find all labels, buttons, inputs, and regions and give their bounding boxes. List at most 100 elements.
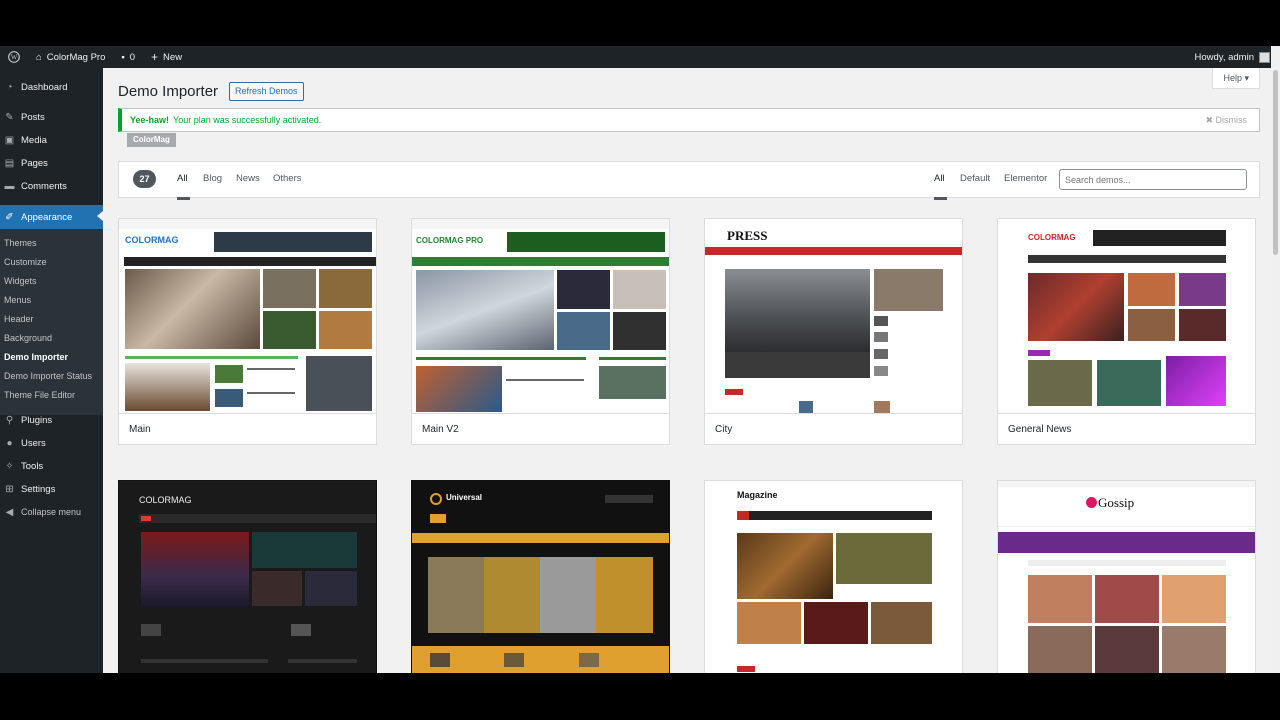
plugin-icon: ⚲ bbox=[5, 414, 14, 426]
notice-strong-text: Yee-haw! bbox=[130, 115, 170, 125]
demo-logo: COLORMAG bbox=[1028, 233, 1076, 242]
sidebar-item-pages[interactable]: ▤ Pages bbox=[0, 152, 103, 174]
demo-card-dark[interactable]: COLORMAG bbox=[118, 480, 377, 673]
demo-card-gossip[interactable]: Gossip bbox=[997, 480, 1256, 673]
demo-thumbnail: COLORMAG bbox=[998, 219, 1255, 413]
plan-badge: ColorMag bbox=[127, 133, 176, 147]
sidebar-item-users[interactable]: ● Users bbox=[0, 432, 103, 454]
sidebar-item-label: Comments bbox=[21, 180, 67, 192]
site-name-label: ColorMag Pro bbox=[46, 51, 106, 63]
sidebar-item-label: Pages bbox=[21, 157, 48, 169]
submenu-item-demo-importer[interactable]: Demo Importer bbox=[4, 352, 68, 362]
sidebar-item-label: Plugins bbox=[21, 414, 53, 426]
submenu-item-background[interactable]: Background bbox=[4, 333, 52, 343]
card-footer bbox=[119, 413, 376, 444]
demo-card-magazine[interactable]: Magazine bbox=[704, 480, 963, 673]
builder-tab-default[interactable]: Default bbox=[960, 173, 990, 184]
demo-logo: PRESS bbox=[727, 228, 768, 243]
wordpress-logo-icon[interactable]: W bbox=[0, 46, 28, 68]
sidebar-item-dashboard[interactable]: ◔ Dashboard bbox=[0, 76, 103, 98]
pages-icon: ▤ bbox=[4, 157, 15, 169]
sidebar-item-label: Dashboard bbox=[21, 81, 68, 93]
admin-sidebar: ◔ Dashboard ✎ Posts ▣ Media ▤ Pages ▬ Co… bbox=[0, 68, 103, 673]
demo-card-general-news[interactable]: COLORMAG General News bbox=[997, 218, 1256, 445]
demo-count-badge: 27 bbox=[133, 170, 156, 188]
demo-logo: Universal bbox=[446, 493, 483, 502]
help-tab-button[interactable]: Help ▾ bbox=[1212, 68, 1260, 89]
builder-tab-elementor[interactable]: Elementor bbox=[1004, 173, 1047, 184]
plus-icon: + bbox=[151, 50, 159, 64]
pin-icon: ✎ bbox=[5, 111, 14, 123]
demo-card-universal[interactable]: Universal bbox=[411, 480, 670, 673]
demo-card-main-v2[interactable]: COLORMAG PRO Main V2 bbox=[411, 218, 670, 445]
demo-logo: COLORMAG PRO bbox=[416, 236, 484, 245]
collapse-menu-button[interactable]: ◀ Collapse menu bbox=[0, 501, 103, 523]
demo-logo: COLORMAG bbox=[139, 495, 192, 505]
appearance-submenu: Themes Customize Widgets Menus Header Ba… bbox=[0, 229, 103, 415]
sidebar-item-tools[interactable]: ✧ Tools bbox=[0, 455, 103, 477]
demo-thumbnail: COLORMAG PRO bbox=[412, 219, 669, 413]
main-content: Demo Importer Refresh Demos Help ▾ Yee-h… bbox=[103, 68, 1271, 673]
sidebar-item-label: Posts bbox=[21, 111, 45, 123]
sidebar-item-settings[interactable]: ⊞ Settings bbox=[0, 478, 103, 500]
demo-card-city[interactable]: PRESS City bbox=[704, 218, 963, 445]
demo-name: City bbox=[715, 424, 733, 435]
sidebar-item-label: Appearance bbox=[21, 211, 73, 223]
demo-card-main[interactable]: COLORMAG Main bbox=[118, 218, 377, 445]
account-menu[interactable]: Howdy, admin bbox=[1187, 46, 1280, 68]
demo-thumbnail: Magazine bbox=[705, 481, 962, 673]
sidebar-item-label: Settings bbox=[21, 483, 56, 495]
submenu-item-header[interactable]: Header bbox=[4, 314, 34, 324]
builder-tab-all[interactable]: All bbox=[934, 173, 947, 200]
sidebar-item-label: Collapse menu bbox=[21, 507, 82, 517]
submenu-item-themes[interactable]: Themes bbox=[4, 238, 37, 248]
sidebar-item-comments[interactable]: ▬ Comments bbox=[0, 175, 103, 197]
submenu-item-customize[interactable]: Customize bbox=[4, 257, 47, 267]
submenu-item-demo-importer-status[interactable]: Demo Importer Status bbox=[4, 371, 92, 381]
submenu-item-menus[interactable]: Menus bbox=[4, 295, 31, 305]
dashboard-icon: ◔ bbox=[6, 81, 13, 93]
svg-text:W: W bbox=[11, 54, 18, 62]
media-icon: ▣ bbox=[4, 134, 15, 146]
close-icon: ✖ bbox=[1205, 115, 1213, 125]
new-content-link[interactable]: + New bbox=[143, 46, 190, 68]
notice-text: Your plan was successfully activated. bbox=[173, 115, 322, 125]
users-icon: ● bbox=[6, 437, 13, 449]
sidebar-item-label: Users bbox=[21, 437, 46, 449]
site-name-link[interactable]: ⌂ ColorMag Pro bbox=[28, 46, 113, 68]
submenu-item-theme-file-editor[interactable]: Theme File Editor bbox=[4, 390, 75, 400]
refresh-demos-button[interactable]: Refresh Demos bbox=[229, 82, 304, 101]
page-title: Demo Importer bbox=[118, 83, 219, 100]
sidebar-item-media[interactable]: ▣ Media bbox=[0, 129, 103, 151]
wrench-icon: ✧ bbox=[5, 460, 14, 472]
home-icon: ⌂ bbox=[36, 51, 42, 63]
sidebar-item-label: Tools bbox=[21, 460, 44, 472]
wordpress-admin-screen: W ⌂ ColorMag Pro ▪ 0 + New Howdy, admin … bbox=[0, 46, 1280, 673]
demo-name: Main V2 bbox=[422, 424, 459, 435]
demo-logo: Magazine bbox=[737, 490, 778, 500]
demo-name: General News bbox=[1008, 424, 1072, 435]
dismiss-button[interactable]: ✖ Dismiss bbox=[1205, 115, 1247, 126]
page-scrollbar-thumb[interactable] bbox=[1273, 70, 1278, 255]
greeting-text: Howdy, admin bbox=[1194, 51, 1255, 63]
dismiss-label: Dismiss bbox=[1215, 115, 1248, 125]
new-label: New bbox=[163, 51, 183, 63]
category-tab-all[interactable]: All bbox=[177, 173, 190, 200]
demo-thumbnail: Universal bbox=[412, 481, 669, 673]
category-tab-news[interactable]: News bbox=[236, 173, 260, 184]
demo-logo: COLORMAG bbox=[125, 235, 179, 245]
sidebar-item-label: Media bbox=[21, 134, 47, 146]
sidebar-item-posts[interactable]: ✎ Posts bbox=[0, 106, 103, 128]
demo-name: Main bbox=[129, 424, 151, 435]
sidebar-item-plugins[interactable]: ⚲ Plugins bbox=[0, 409, 103, 431]
search-demos-input[interactable] bbox=[1059, 169, 1247, 190]
category-tab-blog[interactable]: Blog bbox=[203, 173, 222, 184]
submenu-item-widgets[interactable]: Widgets bbox=[4, 276, 37, 286]
demo-logo: Gossip bbox=[1098, 495, 1135, 510]
category-tab-others[interactable]: Others bbox=[273, 173, 302, 184]
comments-link[interactable]: ▪ 0 bbox=[113, 46, 143, 68]
comment-icon: ▬ bbox=[4, 180, 15, 192]
comments-count: 0 bbox=[129, 51, 136, 63]
sidebar-item-appearance[interactable]: ✐ Appearance bbox=[0, 205, 103, 229]
demo-thumbnail: PRESS bbox=[705, 219, 962, 413]
